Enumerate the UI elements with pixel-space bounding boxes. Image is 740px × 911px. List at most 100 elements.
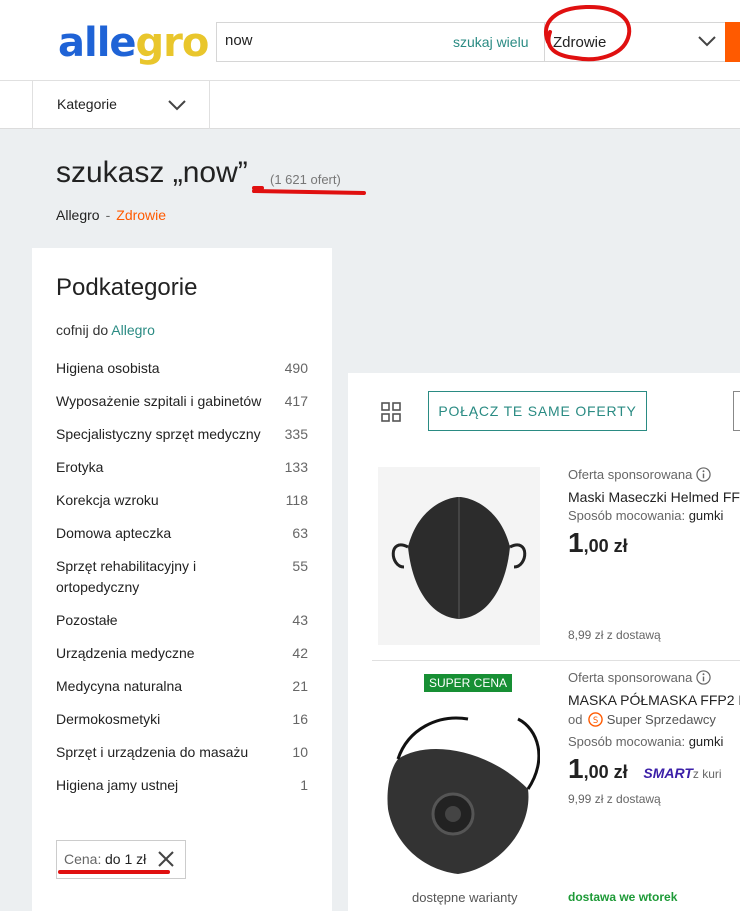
delivery-date: dostawa we wtorek	[568, 890, 678, 904]
delivery-price: 8,99 zł z dostawą	[568, 628, 661, 642]
subcategory-item[interactable]: Erotyka 133	[56, 457, 308, 478]
search-multi-link[interactable]: szukaj wielu	[453, 34, 528, 50]
subcategory-label: Specjalistyczny sprzęt medyczny	[56, 426, 261, 442]
svg-text:S: S	[593, 715, 598, 725]
category-bar: Kategorie	[0, 81, 740, 129]
sponsored-label: Oferta sponsorowana	[568, 467, 711, 482]
offer-attribute: Sposób mocowania: gumki	[568, 734, 723, 749]
back-link-row: cofnij do Allegro	[56, 322, 155, 338]
subcategory-item[interactable]: Sprzęt rehabilitacyjny i ortopedyczny 55	[56, 556, 308, 598]
subcategory-count: 16	[292, 711, 308, 727]
subcategory-label: Wyposażenie szpitali i gabinetów	[56, 393, 262, 409]
sponsored-label: Oferta sponsorowana	[568, 670, 711, 685]
categories-label: Kategorie	[57, 96, 117, 112]
subcategory-item[interactable]: Domowa apteczka 63	[56, 523, 308, 544]
breadcrumb-current[interactable]: Zdrowie	[116, 207, 166, 223]
seller-info: od S Super Sprzedawcy	[568, 712, 716, 727]
sort-select[interactable]	[733, 391, 740, 431]
subcategory-count: 21	[292, 678, 308, 694]
info-icon[interactable]	[696, 670, 711, 685]
attribute-value: gumki	[688, 508, 724, 523]
subcategory-label: Sprzęt rehabilitacyjny i ortopedyczny	[56, 558, 197, 595]
subcategory-list: Higiena osobista 490 Wyposażenie szpitali…	[56, 358, 308, 808]
annotation-underline	[251, 189, 367, 195]
breadcrumb: Allegro - Zdrowie	[56, 207, 166, 223]
breadcrumb-root[interactable]: Allegro	[56, 207, 100, 223]
categories-dropdown[interactable]: Kategorie	[32, 81, 210, 129]
sponsored-text: Oferta sponsorowana	[568, 670, 693, 685]
subcategory-count: 55	[292, 558, 308, 574]
back-prefix: cofnij do	[56, 322, 109, 338]
attribute-label: Sposób mocowania:	[568, 734, 686, 749]
breadcrumb-separator: -	[105, 207, 111, 223]
offer-title[interactable]: Maski Maseczki Helmed FF	[568, 489, 740, 505]
subcategory-item[interactable]: Medycyna naturalna 21	[56, 676, 308, 697]
subcategory-sidebar: Podkategorie cofnij do Allegro Higiena o…	[32, 248, 332, 911]
subcategory-label: Erotyka	[56, 459, 104, 475]
merge-offers-button[interactable]: POŁĄCZ TE SAME OFERTY	[428, 391, 647, 431]
subcategory-count: 10	[292, 744, 308, 760]
attribute-label: Sposób mocowania:	[568, 508, 686, 523]
seller-name: Super Sprzedawcy	[606, 712, 716, 727]
chevron-down-icon	[168, 100, 186, 111]
subcategory-label: Medycyna naturalna	[56, 678, 183, 694]
subcategory-item[interactable]: Korekcja wzroku 118	[56, 490, 308, 511]
offer-attribute: Sposób mocowania: gumki	[568, 508, 723, 523]
price-main: 1	[568, 753, 584, 784]
mask-image	[378, 467, 540, 645]
smart-suffix: z kuri	[692, 767, 722, 781]
subcategory-count: 42	[292, 645, 308, 661]
subcategory-item[interactable]: Urządzenia medyczne 42	[56, 643, 308, 664]
subcategory-count: 417	[284, 393, 308, 409]
chevron-down-icon[interactable]	[697, 33, 717, 49]
variants-label[interactable]: dostępne warianty	[412, 890, 518, 905]
search-button[interactable]	[725, 22, 740, 62]
offer-price: 1,00 zł SMARTz kuri	[568, 753, 722, 785]
subcategory-count: 1	[300, 777, 308, 793]
results-panel: POŁĄCZ TE SAME OFERTY Oferta sponsorowan…	[348, 373, 740, 911]
seller-prefix: od	[568, 712, 583, 727]
price-filter-label: Cena:	[64, 851, 102, 867]
subcategory-count: 63	[292, 525, 308, 541]
subcategory-item[interactable]: Specjalistyczny sprzęt medyczny 335	[56, 424, 308, 445]
offer-count: (1 621 ofert)	[270, 172, 341, 187]
subcategory-count: 43	[292, 612, 308, 628]
subcategory-label: Pozostałe	[56, 612, 118, 628]
allegro-logo[interactable]: allegro	[58, 20, 209, 66]
price-filter-value: do 1 zł	[105, 851, 147, 867]
annotation-underline	[58, 870, 170, 874]
subcategory-item[interactable]: Wyposażenie szpitali i gabinetów 417	[56, 391, 308, 412]
super-seller-icon: S	[588, 712, 603, 727]
subcategory-label: Domowa apteczka	[56, 525, 172, 541]
subcategory-item[interactable]: Sprzęt i urządzenia do masażu 10	[56, 742, 308, 763]
mask-image	[387, 716, 540, 874]
subcategory-label: Higiena jamy ustnej	[56, 777, 179, 793]
offer-card[interactable]: Oferta sponsorowana Maski Maseczki Helme…	[372, 459, 740, 661]
subcategory-label: Dermokosmetyki	[56, 711, 161, 727]
subcategory-item[interactable]: Higiena osobista 490	[56, 358, 308, 379]
search-bar: now szukaj wielu Zdrowie	[216, 22, 730, 62]
offer-price: 1,00 zł	[568, 527, 628, 559]
page-title: szukasz „now”	[56, 156, 248, 189]
price-main: 1	[568, 527, 584, 558]
subcategory-item[interactable]: Higiena jamy ustnej 1	[56, 775, 308, 796]
subcategory-label: Sprzęt i urządzenia do masażu	[56, 744, 249, 760]
delivery-price: 9,99 zł z dostawą	[568, 792, 661, 806]
close-icon[interactable]	[157, 850, 175, 868]
price-rest: ,00 zł	[583, 762, 628, 782]
subcategory-count: 133	[284, 459, 308, 475]
grid-view-icon[interactable]	[381, 402, 401, 422]
info-icon[interactable]	[696, 467, 711, 482]
offer-card[interactable]: SUPER CENA Oferta sponsorowana MASKA PÓŁ…	[372, 662, 740, 911]
attribute-value: gumki	[688, 734, 724, 749]
subcategory-label: Urządzenia medyczne	[56, 645, 195, 661]
subcategory-item[interactable]: Dermokosmetyki 16	[56, 709, 308, 730]
subcategory-item[interactable]: Pozostałe 43	[56, 610, 308, 631]
offer-title[interactable]: MASKA PÓŁMASKA FFP2 KI	[568, 692, 740, 708]
subcategory-count: 335	[284, 426, 308, 442]
back-link[interactable]: Allegro	[111, 322, 155, 338]
search-input[interactable]: now	[225, 32, 253, 49]
subcategory-count: 118	[285, 492, 308, 508]
sidebar-title: Podkategorie	[56, 274, 198, 301]
annotation-underline	[252, 186, 264, 190]
